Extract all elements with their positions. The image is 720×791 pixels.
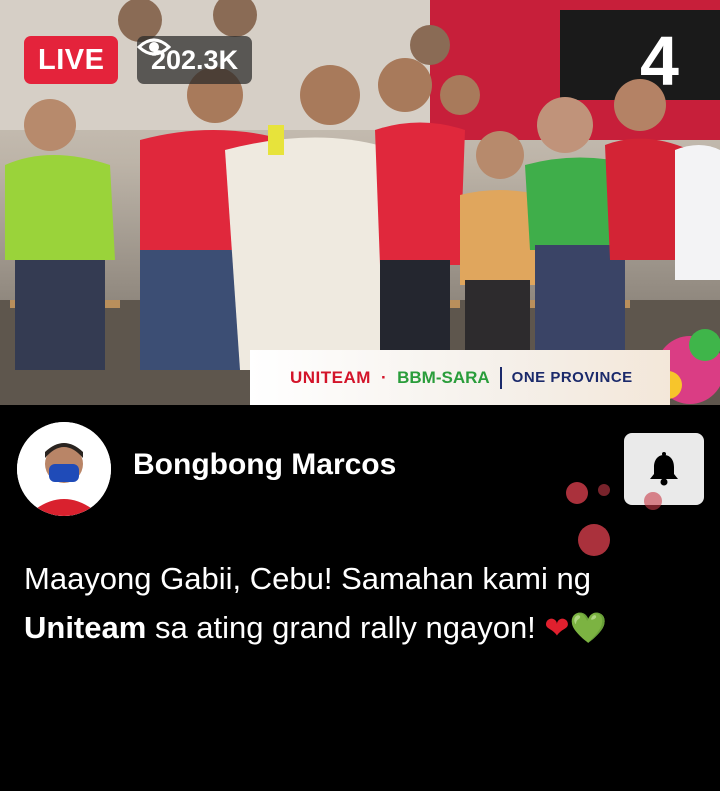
avatar[interactable] — [17, 422, 111, 516]
reaction-heart-icon — [566, 482, 588, 504]
banner-bbm-sara: BBM-SARA — [397, 367, 490, 387]
live-video[interactable]: 4 UNITEAM · BBM-SARA ONE PROVINCE LIVE 2… — [0, 0, 720, 405]
reaction-heart-icon — [598, 484, 610, 496]
banner-one-province: ONE PROVINCE — [511, 369, 633, 386]
avatar-image — [17, 422, 111, 516]
banner-separator — [499, 366, 502, 389]
caption-bold-word: Uniteam — [24, 610, 147, 645]
caption-line2: sa ating grand rally ngayon! — [154, 610, 536, 645]
live-label: LIVE — [38, 43, 105, 76]
eye-icon — [137, 38, 171, 56]
reaction-heart-icon — [578, 524, 610, 556]
post-caption: Maayong Gabii, Cebu! Samahan kami ng Uni… — [24, 554, 704, 653]
banner-dot: · — [380, 367, 388, 387]
reaction-heart-icon — [644, 492, 662, 510]
profile-row: Bongbong Marcos — [17, 420, 707, 516]
green-heart-icon: 💚 — [569, 612, 607, 645]
notification-button[interactable] — [624, 433, 704, 505]
profile-name[interactable]: Bongbong Marcos — [133, 448, 396, 482]
live-badge: LIVE — [24, 36, 119, 84]
viewer-count-badge: 202.3K — [137, 36, 253, 84]
event-banner: UNITEAM · BBM-SARA ONE PROVINCE — [250, 350, 670, 405]
caption-line1: Maayong Gabii, Cebu! Samahan kami ng — [24, 561, 591, 596]
banner-uniteam: UNITEAM — [290, 367, 371, 387]
red-heart-icon: ❤ — [544, 612, 570, 645]
bell-icon — [650, 452, 678, 486]
